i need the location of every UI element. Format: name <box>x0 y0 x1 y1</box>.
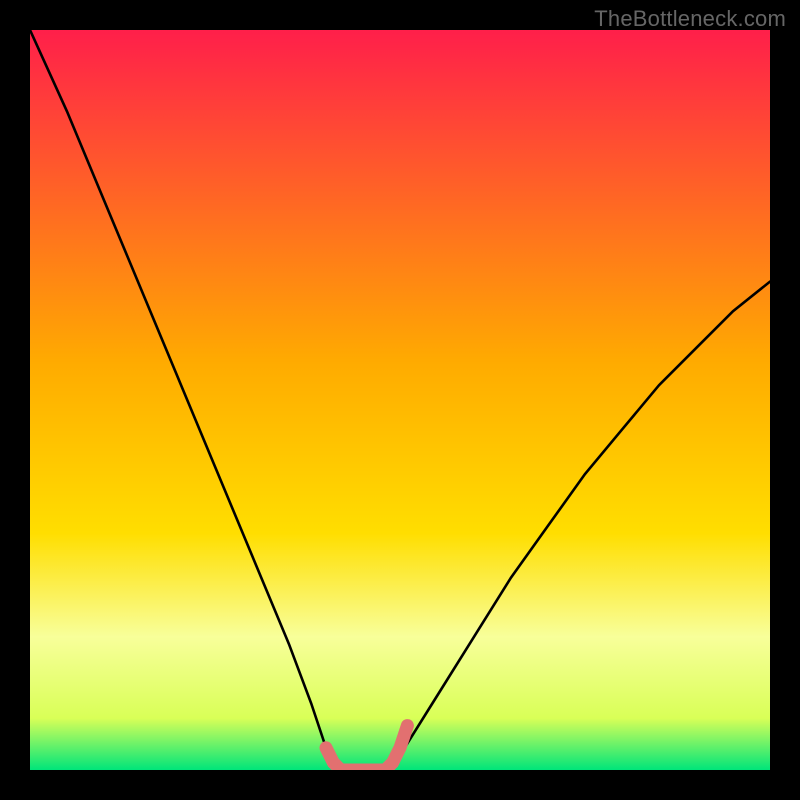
watermark-text: TheBottleneck.com <box>594 6 786 32</box>
chart-frame: TheBottleneck.com <box>0 0 800 800</box>
bottleneck-chart <box>30 30 770 770</box>
gradient-background <box>30 30 770 770</box>
